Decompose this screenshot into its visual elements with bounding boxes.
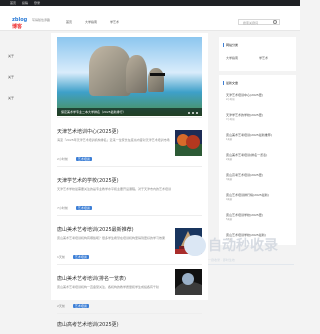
article-excerpt: 唐山美术艺考培训机构一直备受关注，各机构的教学质量和学生成绩各有千秋 <box>57 285 160 289</box>
search-wrap <box>238 19 280 25</box>
latest-item-date: 4天前 <box>226 198 233 201</box>
latest-item-date: 5天前 <box>226 218 233 221</box>
search-icon[interactable] <box>273 20 277 24</box>
thumbnail-art <box>175 130 202 156</box>
article-thumbnail[interactable] <box>175 130 202 156</box>
watermark-logo-icon <box>184 235 206 256</box>
latest-item-date: 7小时前 <box>226 118 235 121</box>
article-date: 7小时前 <box>57 206 68 210</box>
topbar-link-login[interactable]: 登录 <box>34 1 40 5</box>
sidebar-item-about-1[interactable]: 关于 <box>0 53 22 59</box>
slider-dot[interactable] <box>188 112 190 114</box>
watermark-subtext: 一键收录 · 即时生效 <box>208 258 235 262</box>
latest-item[interactable]: 唐山艺术培训学校(2025更) 5天前 <box>226 213 292 223</box>
slider-dot[interactable] <box>196 112 198 114</box>
featured-slider[interactable]: 保定美术学专业二本大学排名（2025最新排行） <box>57 37 202 116</box>
feature-rock <box>148 68 164 92</box>
feature-caption[interactable]: 保定美术学专业二本大学排名（2025最新排行） <box>57 108 202 116</box>
nav-art[interactable]: 学艺术 <box>110 20 119 26</box>
feature-boat <box>150 73 165 76</box>
article-card[interactable]: 天津艺术培训中心(2025更) 海淀「2025年天津艺术培训机构排名」近来一位家… <box>57 117 202 167</box>
watermark: 自动秒收录 一键收录 · 即时生效 <box>174 235 300 299</box>
article-tag[interactable]: 艺术培训 <box>75 206 92 210</box>
category-box-title: 网站分类 <box>223 42 286 48</box>
category-item[interactable]: 学艺术 <box>259 54 289 62</box>
article-date: 2小时前 <box>57 157 68 161</box>
topbar-link-submit[interactable]: 投稿 <box>22 1 28 5</box>
latest-item[interactable]: 天津学艺术的学校(2025更) 7小时前 <box>226 113 292 123</box>
latest-box-title: 最新文章 <box>223 80 286 86</box>
article-tag[interactable]: 艺术培训 <box>72 255 89 259</box>
category-item[interactable]: 大学指南 <box>226 54 256 62</box>
latest-item-date: 2小时前 <box>226 98 235 101</box>
watermark-text: 自动秒收录 <box>208 238 278 254</box>
article-title[interactable]: 唐山美术艺考培训(排名一览表) <box>57 275 177 283</box>
latest-item[interactable]: 唐山艺术培训排行榜(2025最新) 4天前 <box>226 193 292 203</box>
nav-university-guide[interactable]: 大学指南 <box>85 20 97 26</box>
site-header: zblog博客 写得随性添趣 首页 大学指南 学艺术 搜索关键词 <box>0 6 300 31</box>
feature-rock <box>89 46 131 96</box>
left-sidebar: 关于 关于 关于 <box>0 30 22 300</box>
article-excerpt: 唐山美术艺考培训机构有哪些呢？很多学生希望在培训机构里得到更好的学习效果 <box>57 236 166 240</box>
article-meta: 1天前 艺术培训 <box>57 254 157 260</box>
article-tag[interactable]: 艺术培训 <box>75 157 92 161</box>
site-logo[interactable]: zblog博客 <box>12 17 31 30</box>
latest-item-date: 2天前 <box>226 158 233 161</box>
latest-item[interactable]: 唐山高考艺术培训(2025更) 3天前 <box>226 173 292 183</box>
slider-dot[interactable] <box>192 112 194 114</box>
latest-posts-box: 最新文章 天津艺术培训中心(2025更) 2小时前 天津学艺术的学校(2025更)… <box>219 75 296 245</box>
sidebar-item-about-3[interactable]: 关于 <box>0 95 22 101</box>
article-date: 1天前 <box>57 255 65 259</box>
article-title[interactable]: 唐山高考艺术培训(2025更) <box>57 321 177 329</box>
main-nav: 首页 大学指南 学艺术 <box>66 20 166 26</box>
article-card[interactable]: 天津学艺术的学校(2025更) 天津艺术学校最需要关注的是专业教学水平和主要开设… <box>57 166 202 216</box>
article-date: 2天前 <box>57 304 65 308</box>
article-excerpt: 海淀「2025年天津艺术培训机构排名」近来一位家长在底派内容对天津艺术培训市场 <box>57 138 170 142</box>
latest-item[interactable]: 唐山美术艺考培训(排名一览表) 2天前 <box>226 153 292 163</box>
nav-home[interactable]: 首页 <box>66 20 72 26</box>
latest-item-date: 3天前 <box>226 178 233 181</box>
latest-item[interactable]: 天津艺术培训中心(2025更) 2小时前 <box>226 93 292 103</box>
article-meta: 7小时前 艺术培训 <box>57 205 157 211</box>
article-title[interactable]: 天津学艺术的学校(2025更) <box>57 177 177 185</box>
category-box: 网站分类 大学指南 学艺术 <box>219 37 296 71</box>
article-tag[interactable]: 艺术培训 <box>72 304 89 308</box>
article-title[interactable]: 天津艺术培训中心(2025更) <box>57 128 177 136</box>
article-meta: 2小时前 艺术培训 <box>57 156 157 162</box>
article-card[interactable]: 唐山高考艺术培训(2025更) <box>57 313 202 334</box>
article-title[interactable]: 唐山美术艺考培训(2025最新推荐) <box>57 226 177 234</box>
article-meta: 2天前 艺术培训 <box>57 303 157 309</box>
feature-rock <box>126 55 147 93</box>
topbar-link-home[interactable]: 首页 <box>10 1 16 5</box>
sidebar-item-about-2[interactable]: 关于 <box>0 74 22 80</box>
slider-dots <box>188 112 198 114</box>
logo-text: zblog <box>12 17 28 23</box>
watermark-line <box>208 264 294 265</box>
article-excerpt: 天津艺术学校最需要关注的是专业教学水平和主要开设课程。对于天津市内的艺术培训 <box>57 187 172 191</box>
latest-item[interactable]: 唐山美术艺考培训(2025最新推荐) 1天前 <box>226 133 292 143</box>
latest-item-date: 1天前 <box>226 138 233 141</box>
